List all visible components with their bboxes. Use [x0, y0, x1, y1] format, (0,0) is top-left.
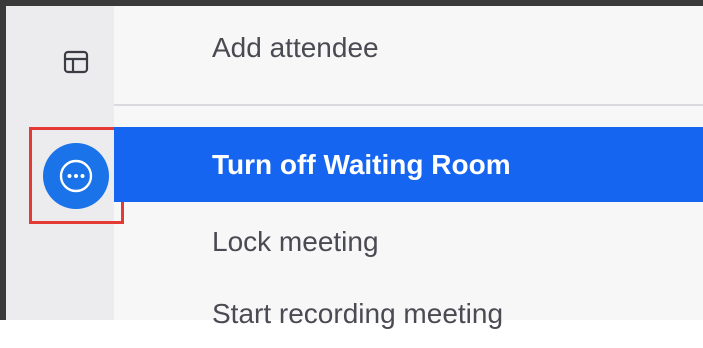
menu-item-label: Start recording meeting — [212, 298, 504, 329]
menu-item-start-recording[interactable]: Start recording meeting — [114, 288, 703, 348]
menu-item-lock-meeting[interactable]: Lock meeting — [114, 212, 703, 272]
menu-item-turn-off-waiting-room[interactable]: Turn off Waiting Room — [114, 127, 703, 202]
menu-item-label: Lock meeting — [212, 226, 379, 257]
annotation-highlight-box — [29, 127, 124, 224]
menu-divider — [114, 104, 703, 106]
menu-item-label: Add attendee — [212, 32, 379, 63]
menu-item-add-attendee[interactable]: Add attendee — [114, 18, 703, 78]
layout-icon[interactable] — [62, 48, 90, 76]
menu-item-label: Turn off Waiting Room — [212, 148, 511, 180]
